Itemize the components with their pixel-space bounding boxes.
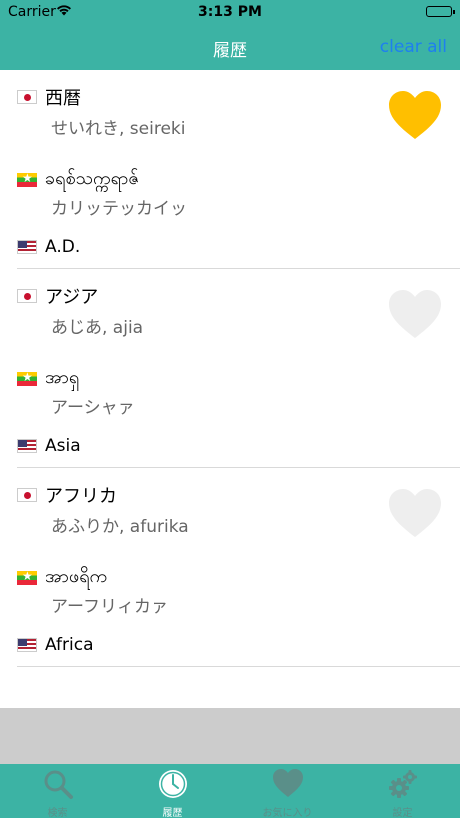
myanmar-entry: အာရှ アーシャァ [0, 357, 460, 424]
tab-label: 履歴 [162, 808, 183, 819]
tab-label: お気に入り [262, 808, 313, 819]
japanese-entry: アフリカ あふりか, afurika [0, 468, 460, 556]
navigation-bar: 履歴 clear all [0, 24, 460, 70]
myanmar-flag-icon [17, 371, 37, 386]
japanese-word: アジア [45, 287, 99, 308]
search-icon [44, 770, 73, 799]
japanese-entry: 西暦 せいれき, seireki [0, 70, 460, 158]
clear-all-button[interactable]: clear all [380, 37, 447, 57]
english-word: A.D. [45, 237, 81, 257]
myanmar-reading: アーフリィカァ [51, 597, 168, 617]
tab-label: 設定 [392, 808, 413, 819]
japanese-word: アフリカ [45, 486, 117, 507]
history-list: 西暦 せいれき, seireki ခရစ်သက္ကရာဇ် カリッテッカイッ A… [0, 70, 460, 667]
tab-search[interactable]: 検索 [0, 764, 115, 819]
gear-icon [388, 770, 417, 798]
status-time: 3:13 PM [198, 4, 262, 20]
english-word: Africa [45, 635, 94, 655]
japan-flag-icon [17, 289, 37, 303]
divider [17, 666, 460, 667]
history-item[interactable]: 西暦 せいれき, seireki ခရစ်သက္ကရာဇ် カリッテッカイッ A… [0, 70, 460, 269]
english-entry: A.D. [0, 225, 460, 269]
myanmar-word: အာဖရိက [45, 566, 108, 587]
status-bar: Carrier 3:13 PM [0, 0, 460, 24]
ad-banner-area [0, 708, 460, 764]
tab-bar: 検索 履歴 お気に入り 設定 [0, 764, 460, 819]
favorite-heart-icon[interactable] [388, 90, 442, 142]
myanmar-word: အာရှ [45, 367, 80, 388]
english-entry: Africa [0, 623, 460, 667]
myanmar-flag-icon [17, 172, 37, 187]
myanmar-word: ခရစ်သက္ကရာဇ် [45, 168, 140, 189]
myanmar-entry: ခရစ်သက္ကရာဇ် カリッテッカイッ [0, 158, 460, 225]
english-word: Asia [45, 436, 81, 456]
battery-icon [426, 6, 455, 17]
japan-flag-icon [17, 90, 37, 104]
favorite-heart-icon[interactable] [388, 289, 442, 341]
clock-icon [158, 770, 187, 798]
us-flag-icon [17, 439, 37, 453]
japanese-reading: せいれき, seireki [51, 119, 186, 139]
history-item[interactable]: アフリカ あふりか, afurika အာဖရိက アーフリィカァ Africa [0, 468, 460, 667]
tab-history[interactable]: 履歴 [115, 764, 230, 819]
history-item[interactable]: アジア あじあ, ajia အာရှ アーシャァ Asia [0, 269, 460, 468]
japan-flag-icon [17, 488, 37, 502]
myanmar-reading: アーシャァ [51, 398, 135, 418]
myanmar-flag-icon [17, 570, 37, 585]
japanese-reading: あふりか, afurika [51, 517, 189, 537]
us-flag-icon [17, 638, 37, 652]
japanese-word: 西暦 [45, 88, 81, 109]
tab-favorites[interactable]: お気に入り [230, 764, 345, 819]
english-entry: Asia [0, 424, 460, 468]
us-flag-icon [17, 240, 37, 254]
japanese-reading: あじあ, ajia [51, 318, 144, 338]
tab-settings[interactable]: 設定 [345, 764, 460, 819]
heart-icon [272, 769, 303, 797]
favorite-heart-icon[interactable] [388, 488, 442, 540]
myanmar-entry: အာဖရိက アーフリィカァ [0, 556, 460, 623]
japanese-entry: アジア あじあ, ajia [0, 269, 460, 357]
tab-label: 検索 [47, 808, 68, 819]
myanmar-reading: カリッテッカイッ [51, 199, 187, 219]
